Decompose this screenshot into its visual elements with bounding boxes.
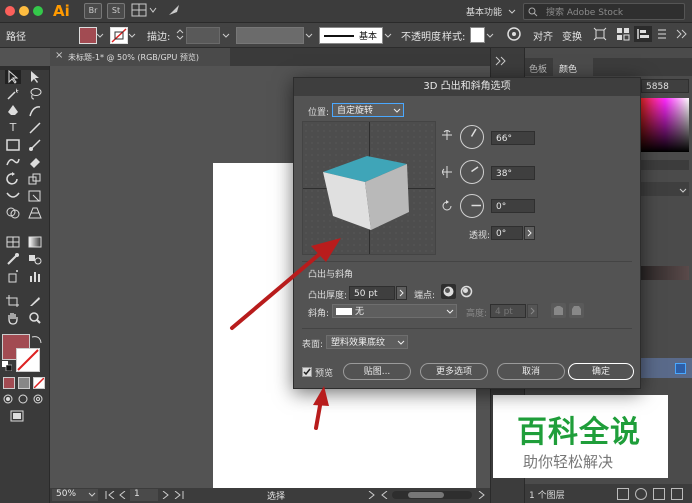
arrow-to-cube [230,238,341,330]
annotation-arrows [230,238,341,430]
arrow-to-preview-checkbox [313,386,329,430]
